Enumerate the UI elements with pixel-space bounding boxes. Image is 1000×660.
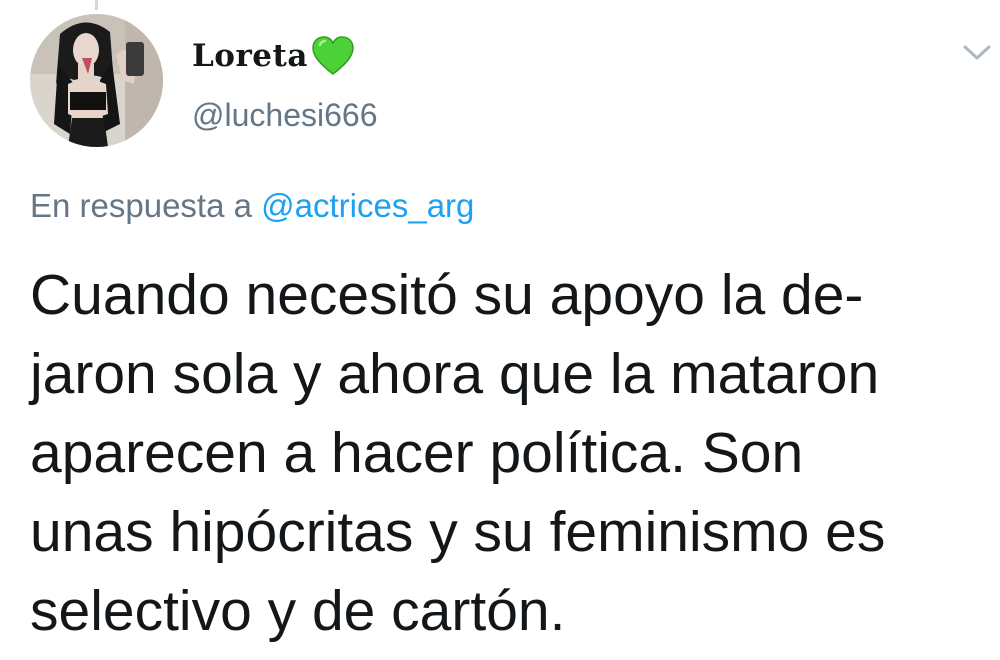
chevron-down-icon[interactable] (962, 42, 992, 64)
tweet-text: Cuando necesitó su apoyo la de- jaron so… (30, 256, 995, 651)
tweet-text-line: jaron sola y ahora que la mataron (30, 342, 880, 406)
display-name[interactable]: Loreta (192, 38, 308, 74)
avatar[interactable] (30, 14, 163, 147)
tweet-text-line: aparecen a hacer política. Son (30, 421, 804, 485)
tweet-text-line: Cuando necesitó su apoyo la de- (30, 263, 864, 327)
reply-prefix: En respuesta a (30, 187, 252, 224)
tweet: Loreta @luchesi666 En respuesta a @actri… (0, 0, 1000, 660)
display-name-row[interactable]: Loreta (192, 32, 356, 80)
user-handle[interactable]: @luchesi666 (192, 97, 377, 134)
tweet-text-line: unas hipócritas y su feminismo es (30, 500, 886, 564)
reply-context: En respuesta a @actrices_arg (30, 187, 474, 225)
tweet-text-line: selectivo y de cartón. (30, 579, 566, 643)
profile-photo (30, 14, 163, 147)
green-heart-icon (310, 35, 356, 77)
reply-mention-link[interactable]: @actrices_arg (261, 187, 474, 224)
